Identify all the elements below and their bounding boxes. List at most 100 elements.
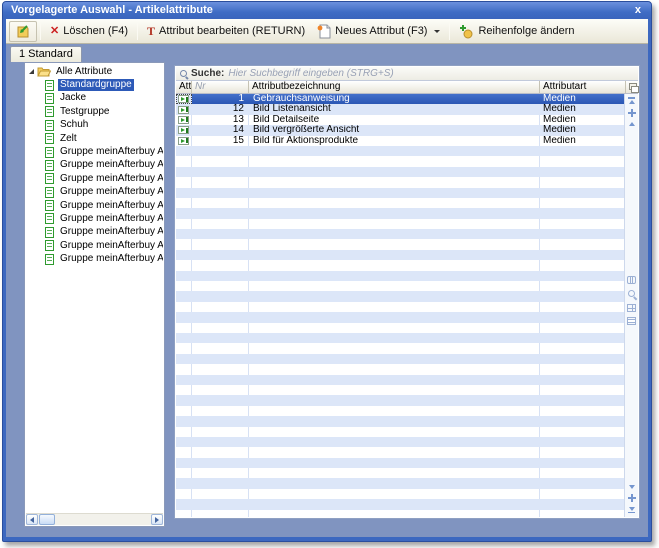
tree-item[interactable]: Gruppe meinAfterbuy ART00081	[26, 239, 163, 252]
table-row-empty[interactable]	[176, 323, 624, 333]
tree-item[interactable]: Gruppe meinAfterbuy ART00076	[26, 186, 163, 199]
table-row-empty[interactable]	[176, 354, 624, 364]
expander-icon[interactable]	[29, 69, 34, 74]
apply-button[interactable]	[9, 21, 37, 42]
table-row[interactable]: 15 Bild für Aktionsprodukte Medien	[176, 136, 624, 146]
search-rows-icon[interactable]	[627, 289, 637, 299]
scroll-to-top-icon[interactable]	[628, 97, 635, 104]
delete-button[interactable]: ✕ Löschen (F4)	[44, 21, 134, 42]
table-row-empty[interactable]	[176, 260, 624, 270]
toolbar: ✕ Löschen (F4) T Attribut bearbeiten (RE…	[6, 19, 648, 44]
tree-item[interactable]: Gruppe meinAfterbuy ART00073	[26, 145, 163, 158]
table-row-empty[interactable]	[176, 478, 624, 488]
row-list-icon[interactable]	[627, 317, 636, 325]
attribute-group-icon	[45, 187, 54, 198]
table-row-empty[interactable]	[176, 198, 624, 208]
tree-item[interactable]: Gruppe meinAfterbuy ART00080	[26, 226, 163, 239]
column-chooser-icon	[629, 83, 638, 91]
table-row-empty[interactable]	[176, 406, 624, 416]
tree-item[interactable]: Schuh	[26, 119, 163, 132]
table-row-empty[interactable]	[176, 489, 624, 499]
table-row-empty[interactable]	[176, 343, 624, 353]
table-row-empty[interactable]	[176, 291, 624, 301]
columns-icon[interactable]	[627, 276, 636, 284]
table-row-empty[interactable]	[176, 281, 624, 291]
table-row-empty[interactable]	[176, 208, 624, 218]
nav-plus-icon[interactable]	[628, 109, 636, 117]
table-row-empty[interactable]	[176, 416, 624, 426]
search-input[interactable]: Suche: Hier Suchbegriff eingeben (STRG+S…	[176, 67, 638, 81]
table-row[interactable]: 14 Bild vergrößerte Ansicht Medien	[176, 125, 624, 135]
tree-horizontal-scrollbar[interactable]	[26, 513, 163, 525]
column-header-att[interactable]: Att	[176, 81, 192, 93]
new-attribute-button[interactable]: Neues Attribut (F3)	[311, 21, 446, 42]
tree-item-label: Jacke	[58, 92, 88, 104]
edit-attribute-button[interactable]: T Attribut bearbeiten (RETURN)	[141, 21, 311, 42]
table-row-empty[interactable]	[176, 146, 624, 156]
tree-item[interactable]: Testgruppe	[26, 105, 163, 118]
new-attribute-icon	[317, 24, 331, 39]
table-row-empty[interactable]	[176, 250, 624, 260]
table-row-empty[interactable]	[176, 458, 624, 468]
table-row-empty[interactable]	[176, 437, 624, 447]
scroll-left-button[interactable]	[26, 514, 38, 525]
tree-root-alle-attribute[interactable]: Alle Attribute	[26, 65, 163, 78]
attribute-art-cell: Medien	[540, 136, 624, 146]
tree-item[interactable]: Standardgruppe	[26, 78, 163, 91]
table-row-empty[interactable]	[176, 167, 624, 177]
tree-item[interactable]: Jacke	[26, 92, 163, 105]
scrollbar-track[interactable]	[55, 514, 151, 525]
table-row-empty[interactable]	[176, 499, 624, 509]
table-row-empty[interactable]	[176, 229, 624, 239]
tree-item[interactable]: Gruppe meinAfterbuy ART00079	[26, 212, 163, 225]
column-chooser-button[interactable]	[626, 81, 640, 93]
tree: Alle Attribute Standardgruppe Jacke Test…	[26, 64, 163, 513]
column-header-attributbezeichnung[interactable]: Attributbezeichnung	[249, 81, 540, 93]
tree-item[interactable]: Gruppe meinAfterbuy ART00075	[26, 172, 163, 185]
attribute-group-icon	[45, 160, 54, 171]
table-row-empty[interactable]	[176, 395, 624, 405]
scroll-down-icon[interactable]	[629, 485, 635, 489]
table-row-empty[interactable]	[176, 427, 624, 437]
reorder-button[interactable]: Reihenfolge ändern	[453, 21, 580, 42]
table-row-empty[interactable]	[176, 271, 624, 281]
attribute-art-cell: Medien	[540, 94, 624, 104]
table-row[interactable]: 1 Gebrauchsanweisung Medien	[176, 94, 624, 104]
table-row[interactable]: 13 Bild Detailseite Medien	[176, 115, 624, 125]
tree-item[interactable]: Zelt	[26, 132, 163, 145]
table-row-empty[interactable]	[176, 188, 624, 198]
table-row[interactable]: 12 Bild Listenansicht Medien	[176, 104, 624, 114]
tree-item[interactable]: Gruppe meinAfterbuy ART00082	[26, 252, 163, 265]
dialog-window: Vorgelagerte Auswahl - Artikelattribute …	[2, 1, 652, 542]
table-row-empty[interactable]	[176, 385, 624, 395]
table-row-empty[interactable]	[176, 239, 624, 249]
tree-item[interactable]: Gruppe meinAfterbuy ART00078	[26, 199, 163, 212]
scroll-right-button[interactable]	[151, 514, 163, 525]
tab-standard[interactable]: 1 Standard	[10, 46, 82, 62]
table-row-empty[interactable]	[176, 156, 624, 166]
table-row-empty[interactable]	[176, 510, 624, 517]
search-icon	[179, 69, 188, 78]
table-row-empty[interactable]	[176, 302, 624, 312]
scroll-to-bottom-icon[interactable]	[628, 507, 635, 514]
tree-item-label: Standardgruppe	[58, 79, 134, 91]
window-title: Vorgelagerte Auswahl - Artikelattribute	[11, 4, 213, 16]
close-icon[interactable]: x	[635, 2, 641, 18]
table-row-empty[interactable]	[176, 177, 624, 187]
column-header-attributart[interactable]: Attributart	[540, 81, 626, 93]
table-row-empty[interactable]	[176, 375, 624, 385]
table-row-empty[interactable]	[176, 468, 624, 478]
attribute-art-cell: Medien	[540, 125, 624, 135]
table-row-empty[interactable]	[176, 312, 624, 322]
scroll-up-icon[interactable]	[629, 122, 635, 126]
table-row-empty[interactable]	[176, 364, 624, 374]
table-row-empty[interactable]	[176, 447, 624, 457]
table-view-icon[interactable]	[627, 304, 636, 312]
scrollbar-thumb[interactable]	[39, 514, 55, 525]
nav-plus-bottom-icon[interactable]	[628, 494, 636, 502]
table-row-empty[interactable]	[176, 333, 624, 343]
dropdown-arrow-icon[interactable]	[434, 30, 440, 33]
column-header-nr[interactable]: Nr	[192, 81, 249, 93]
table-row-empty[interactable]	[176, 219, 624, 229]
tree-item[interactable]: Gruppe meinAfterbuy ART00074	[26, 159, 163, 172]
